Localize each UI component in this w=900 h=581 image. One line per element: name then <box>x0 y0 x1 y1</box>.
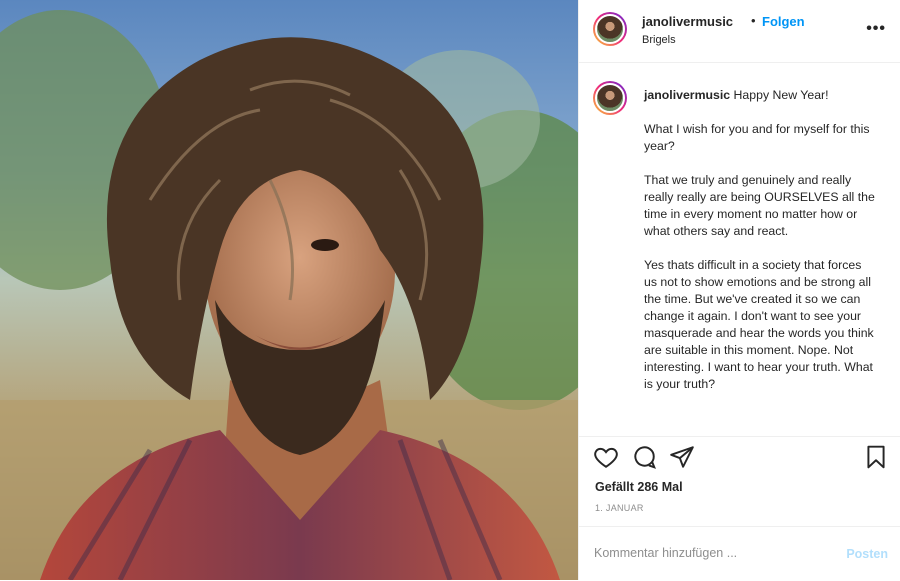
separator-dot: • <box>751 13 756 28</box>
location-link[interactable]: Brigels <box>642 34 676 46</box>
comment-icon[interactable] <box>631 444 657 475</box>
instagram-post: janolivermusic • Folgen Brigels ••• jano… <box>0 0 900 580</box>
caption-paragraph: What I wish for you and for myself for t… <box>644 122 870 153</box>
heart-icon[interactable] <box>593 444 619 475</box>
post-photo[interactable] <box>0 0 578 580</box>
post-comment-button[interactable]: Posten <box>846 547 888 561</box>
comment-input[interactable] <box>594 546 814 560</box>
post-date[interactable]: 1. JANUAR <box>595 503 644 513</box>
post-side-panel: janolivermusic • Folgen Brigels ••• jano… <box>578 0 900 580</box>
portrait-illustration <box>0 10 578 580</box>
caption-paragraph: Yes thats difficult in a society that fo… <box>644 258 874 391</box>
action-bar <box>579 444 900 476</box>
caption-opening: Happy New Year! <box>733 88 829 102</box>
more-options-icon[interactable]: ••• <box>866 20 886 38</box>
avatar[interactable] <box>593 12 627 46</box>
caption-paragraph: That we truly and genuinely and really r… <box>644 173 875 238</box>
header-username[interactable]: janolivermusic <box>642 14 733 29</box>
post-header: janolivermusic • Folgen Brigels ••• <box>579 0 900 63</box>
share-icon[interactable] <box>669 444 695 475</box>
comment-bar: Posten <box>579 526 900 581</box>
caption-username[interactable]: janolivermusic <box>644 88 730 102</box>
bookmark-icon[interactable] <box>863 444 889 475</box>
likes-count[interactable]: Gefällt 286 Mal <box>595 480 683 494</box>
caption-text: janolivermusic Happy New Year! What I wi… <box>644 87 876 410</box>
follow-button[interactable]: Folgen <box>762 14 805 29</box>
caption-avatar[interactable] <box>593 81 627 115</box>
caption-area: janolivermusic Happy New Year! What I wi… <box>579 63 900 437</box>
